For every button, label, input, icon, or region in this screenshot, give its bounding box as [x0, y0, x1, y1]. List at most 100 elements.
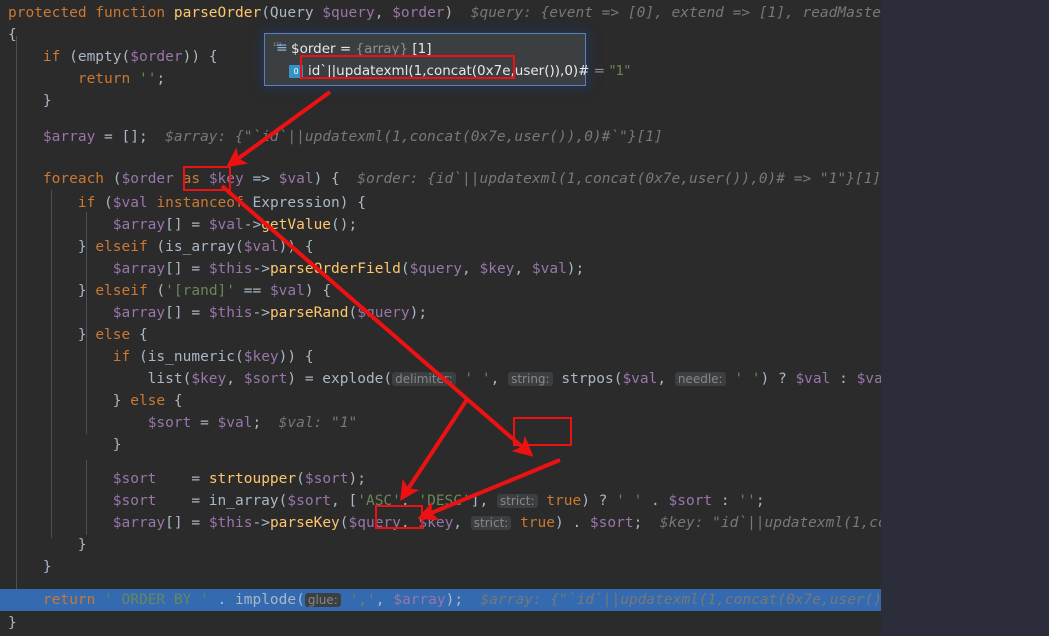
code-token: ; — [633, 515, 643, 531]
code-line[interactable]: } — [0, 612, 17, 634]
code-token: protected function — [8, 5, 174, 21]
code-line[interactable]: if ($val instanceof Expression) { — [0, 192, 366, 214]
inlay-param-hint[interactable]: strict: — [496, 494, 538, 508]
code-token: } — [8, 559, 52, 575]
code-token: elseif — [95, 239, 148, 255]
code-token: , [ — [331, 493, 358, 509]
code-token: ' ' — [616, 493, 643, 509]
code-token: : — [712, 493, 739, 509]
code-token: $order — [392, 5, 445, 21]
code-token: ) — [444, 5, 454, 21]
code-token: if — [42, 49, 61, 65]
code-token: return — [77, 71, 131, 87]
code-line-current[interactable]: return ' ORDER BY ' . implode(glue: ',',… — [0, 589, 881, 611]
code-token: , — [400, 515, 419, 531]
code-token: = — [156, 471, 209, 487]
inlay-param-hint[interactable]: needle: — [674, 372, 726, 386]
code-line[interactable]: $array = []; $array: {"`id`||updatexml(1… — [0, 126, 663, 148]
code-line[interactable]: $sort = in_array($sort, ['ASC', 'DESC'],… — [0, 490, 765, 512]
code-line[interactable]: if (empty($order)) { — [0, 46, 218, 68]
code-token: '' — [738, 493, 756, 509]
code-line[interactable]: $sort = strtoupper($sort); — [0, 468, 366, 490]
code-token: } — [8, 239, 96, 255]
code-token: $key — [191, 371, 227, 387]
code-token: ); — [409, 305, 428, 321]
code-line[interactable]: list($key, $sort) = explode(delimiter: '… — [0, 368, 881, 390]
variable-inspector-popup[interactable]: $order = {array} [1] 0 id`||updatexml(1,… — [264, 33, 630, 86]
inlay-param-hint[interactable]: glue: — [304, 593, 341, 607]
code-token: [] = — [165, 515, 209, 531]
code-token: $array — [393, 592, 446, 608]
code-token: $array — [112, 515, 166, 531]
inlay-param-hint[interactable]: delimiter: — [392, 372, 456, 386]
code-line[interactable]: $array[] = $this->parseOrderField($query… — [0, 258, 585, 280]
code-token: $key — [208, 171, 244, 187]
code-token: $sort — [287, 493, 332, 509]
code-token: ( — [147, 283, 166, 299]
inlay-param-hint[interactable]: string: — [508, 372, 553, 386]
code-token: [] = — [165, 217, 209, 233]
code-line[interactable]: } — [0, 556, 52, 578]
code-token: } — [8, 93, 52, 109]
code-token: , — [462, 261, 480, 277]
code-line[interactable]: foreach ($order as $key => $val) { $orde… — [0, 168, 881, 190]
popup-order-count: [1] — [408, 41, 432, 57]
code-token: )) { — [182, 49, 218, 65]
code-line[interactable]: } elseif ('[rand]' == $val) { — [0, 280, 331, 302]
code-token: } — [8, 283, 96, 299]
code-token: '' — [138, 71, 157, 87]
code-token: ) { — [304, 283, 332, 299]
code-token: $this — [208, 515, 253, 531]
code-line[interactable]: } — [0, 90, 52, 112]
code-token: '[rand]' — [165, 283, 236, 299]
code-token: $array — [112, 261, 166, 277]
code-token: (Query — [261, 5, 323, 21]
code-token: $val — [269, 283, 305, 299]
code-token: as — [182, 171, 201, 187]
code-line[interactable]: $sort = $val; $val: "1" — [0, 412, 358, 434]
code-token: list( — [8, 371, 192, 387]
inline-debug-hint: $val: "1" — [261, 415, 358, 431]
code-token: $key — [243, 349, 279, 365]
code-line[interactable]: $array[] = $val->getValue(); — [0, 214, 357, 236]
popup-order-entry-value: "1" — [609, 63, 631, 79]
code-line[interactable]: } — [0, 534, 87, 556]
code-line[interactable]: } — [0, 434, 122, 456]
code-token: (empty( — [60, 49, 131, 65]
code-token: (is_numeric( — [130, 349, 244, 365]
code-line[interactable]: { — [0, 24, 17, 46]
code-token: $sort — [112, 493, 157, 509]
code-token: strpos( — [552, 371, 623, 387]
popup-order-varname: $order — [291, 41, 336, 57]
inlay-param-hint[interactable]: strict: — [470, 516, 512, 530]
code-token: if — [112, 349, 131, 365]
code-token: -> — [252, 515, 270, 531]
code-token: , — [375, 592, 394, 608]
code-line[interactable] — [0, 148, 8, 170]
code-line[interactable]: $array[] = $this->parseKey($query, $key,… — [0, 512, 881, 534]
code-line[interactable]: protected function parseOrder(Query $que… — [0, 2, 881, 24]
code-line[interactable]: } else { — [0, 390, 183, 412]
code-token: $order — [130, 49, 183, 65]
code-token: $order — [121, 171, 174, 187]
code-line[interactable]: if (is_numeric($key)) { — [0, 346, 314, 368]
code-token: } — [8, 537, 87, 553]
popup-order-entry-row[interactable]: 0 id`||updatexml(1,concat(0x7e,user()),0… — [273, 60, 630, 82]
code-line[interactable]: return ''; — [0, 68, 165, 90]
code-token: return — [42, 592, 96, 608]
code-line[interactable]: $array[] = $this->parseRand($query); — [0, 302, 427, 324]
code-editor-panel[interactable]: protected function parseOrder(Query $que… — [0, 0, 881, 636]
code-token: ( — [348, 305, 358, 321]
code-token: 'DESC' — [418, 493, 471, 509]
code-token: } — [8, 327, 96, 343]
code-line[interactable]: } elseif (is_array($val)) { — [0, 236, 314, 258]
code-line[interactable]: } else { — [0, 324, 148, 346]
code-token: ) ? — [760, 371, 796, 387]
inline-debug-hint: $order: {id`||updatexml(1,concat(0x7e,us… — [357, 171, 881, 187]
